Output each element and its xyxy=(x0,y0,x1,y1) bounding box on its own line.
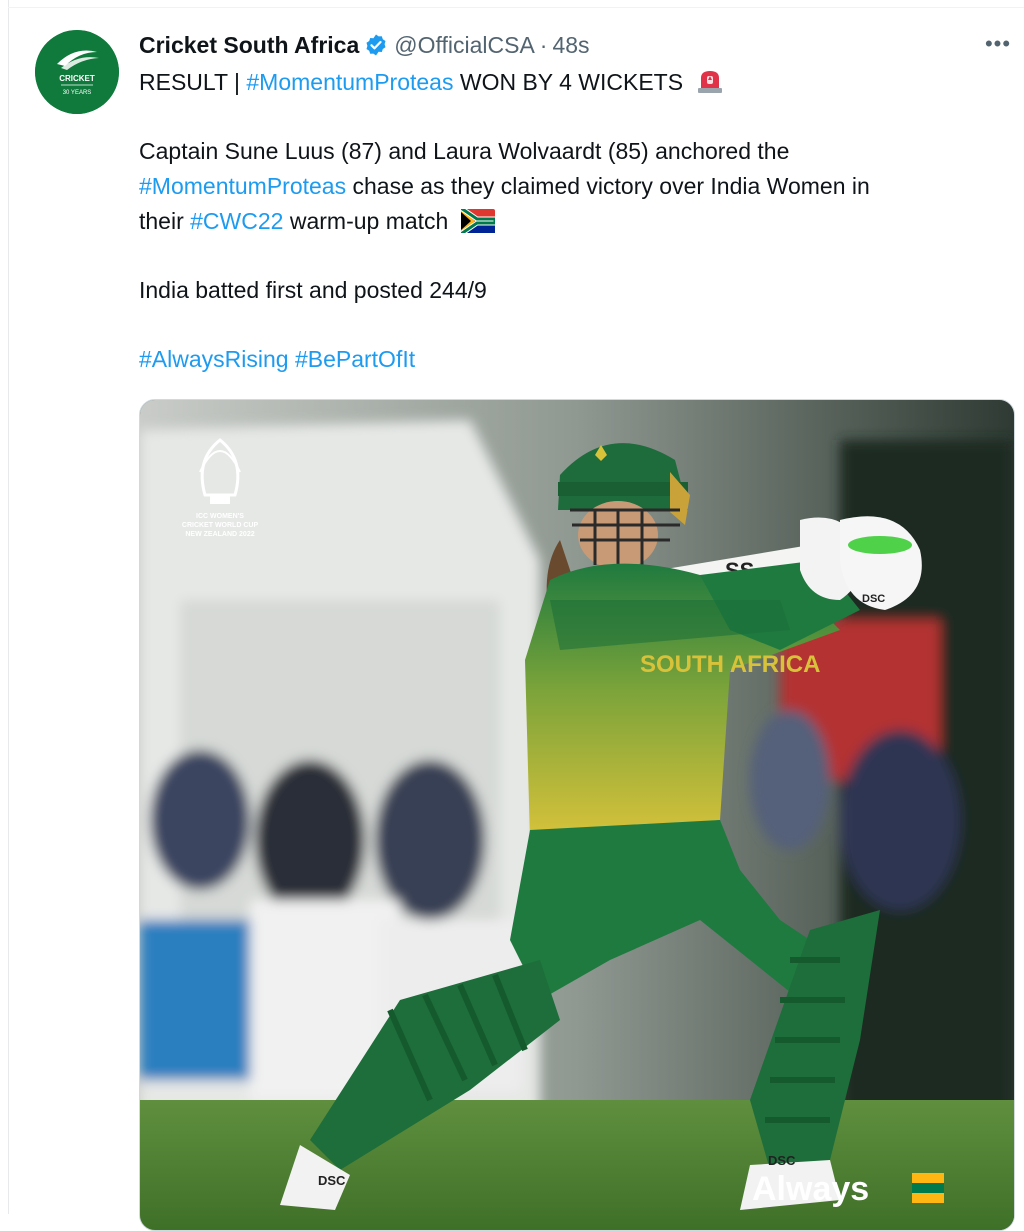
hashtag-cwc22[interactable]: #CWC22 xyxy=(190,208,283,234)
tweet-line-2: Captain Sune Luus (87) and Laura Wolvaar… xyxy=(139,138,790,164)
line4-prefix: their xyxy=(139,208,191,234)
display-name[interactable]: Cricket South Africa xyxy=(139,32,359,59)
user-handle[interactable]: @OfficialCSA xyxy=(394,32,535,59)
tweet-timestamp[interactable]: 48s xyxy=(552,32,589,59)
verified-badge-icon xyxy=(364,33,388,57)
logo-line-1: ICC WOMEN'S xyxy=(196,513,244,520)
tweet-divider xyxy=(8,7,1024,8)
tweet-hashtags: #AlwaysRising #BePartOfIt xyxy=(139,342,999,377)
more-options-icon[interactable]: ••• xyxy=(983,31,1013,56)
hashtag-momentumproteas[interactable]: #MomentumProteas xyxy=(246,69,453,95)
tweet-line-1: RESULT | #MomentumProteas WON BY 4 WICKE… xyxy=(139,65,999,100)
logo-line-2: CRICKET WORLD CUP xyxy=(182,522,259,529)
tweet-line-3: #MomentumProteas chase as they claimed v… xyxy=(139,169,999,204)
batter-photo: ICC WOMEN'S CRICKET WORLD CUP NEW ZEALAN… xyxy=(140,400,1014,1230)
result-suffix: WON BY 4 WICKETS xyxy=(453,69,684,95)
tweet-line-4: their #CWC22 warm-up match xyxy=(139,204,999,239)
tweet-media-image[interactable]: ICC WOMEN'S CRICKET WORLD CUP NEW ZEALAN… xyxy=(139,399,1015,1231)
result-prefix: RESULT | xyxy=(139,69,247,95)
glove-brand: DSC xyxy=(862,593,885,605)
avatar[interactable]: CRICKET 30 YEARS xyxy=(35,30,119,114)
corner-flag-icon xyxy=(912,1173,944,1203)
line4-suffix: warm-up match xyxy=(283,208,449,234)
pad-brand-left: DSC xyxy=(318,1173,346,1188)
separator-dot: · xyxy=(539,31,548,58)
timeline-border xyxy=(8,0,9,1214)
logo-line-3: NEW ZEALAND 2022 xyxy=(185,531,254,538)
always-rising-corner-text: Always xyxy=(752,1170,869,1208)
avatar-text-bottom: 30 YEARS xyxy=(63,90,92,96)
shirt-text: SOUTH AFRICA xyxy=(640,651,820,678)
hashtag-alwaysrising[interactable]: #AlwaysRising xyxy=(139,346,289,372)
siren-emoji-icon xyxy=(695,68,725,104)
south-africa-flag-icon xyxy=(459,205,498,243)
avatar-text-top: CRICKET xyxy=(59,74,95,83)
tweet-line-5: India batted first and posted 244/9 xyxy=(139,277,487,303)
hashtag-momentumproteas-2[interactable]: #MomentumProteas xyxy=(139,173,346,199)
tweet-header: Cricket South Africa @OfficialCSA · 48s xyxy=(139,30,590,60)
hashtag-bepartofit[interactable]: #BePartOfIt xyxy=(295,346,415,372)
cricket-south-africa-logo-icon: CRICKET 30 YEARS xyxy=(35,30,119,114)
pad-brand-right: DSC xyxy=(768,1153,796,1168)
tweet-text: RESULT | #MomentumProteas WON BY 4 WICKE… xyxy=(139,65,999,377)
line3-suffix: chase as they claimed victory over India… xyxy=(346,173,870,199)
